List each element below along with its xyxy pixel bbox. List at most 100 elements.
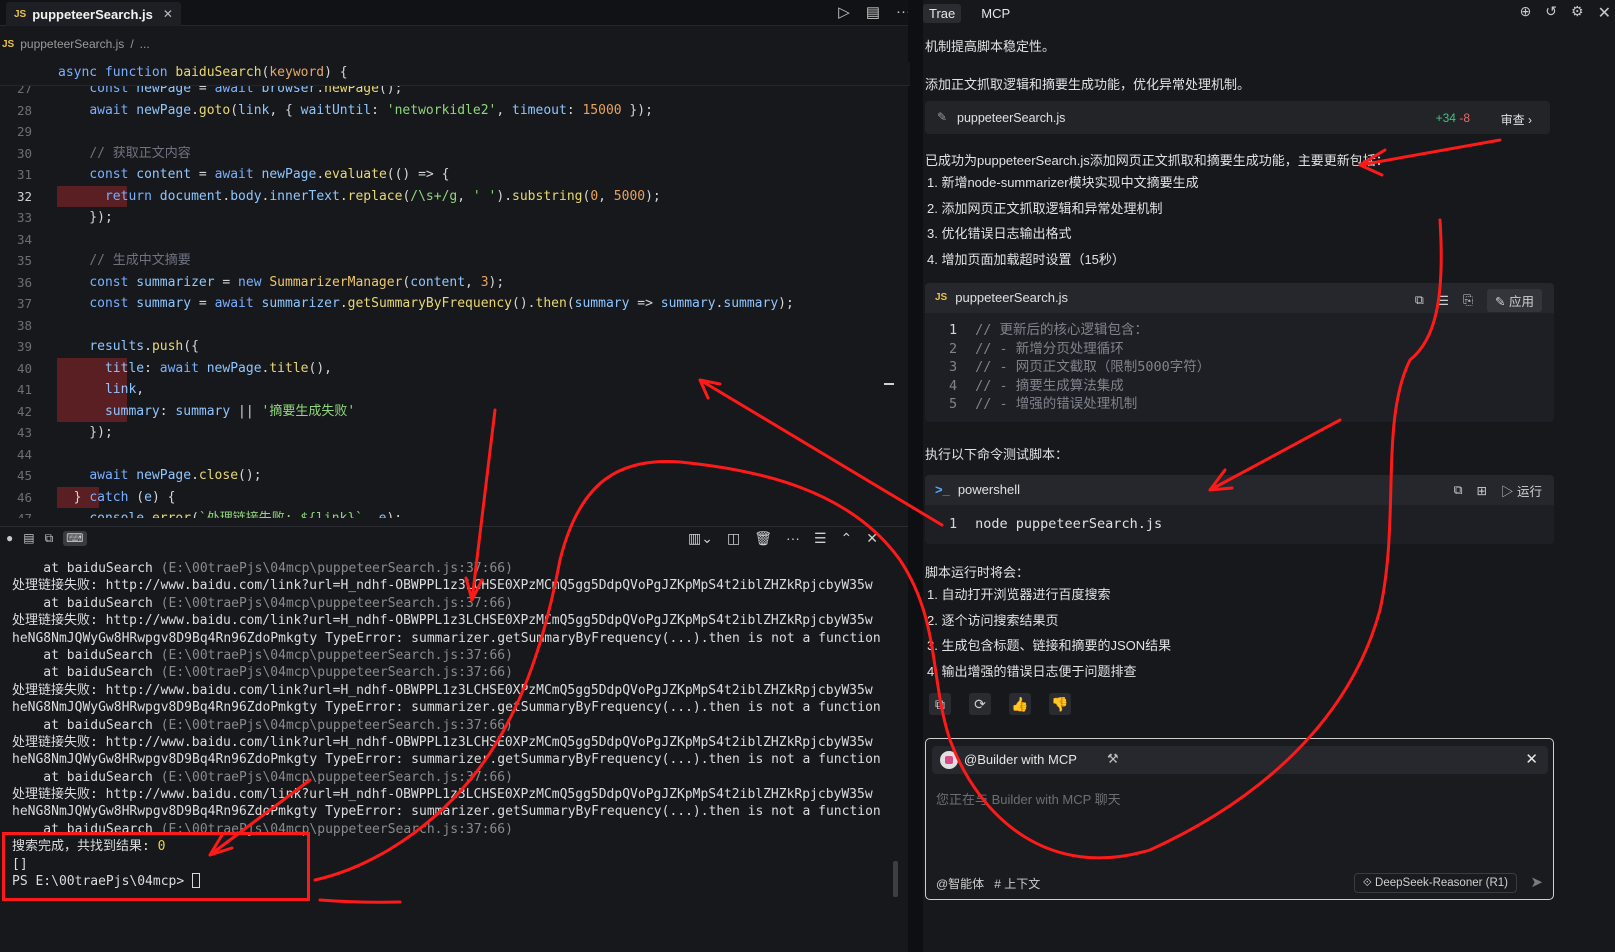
- code-comment: // - 增强的错误处理机制: [967, 396, 1138, 412]
- gear-icon[interactable]: ⚙: [1571, 3, 1584, 23]
- run-icon[interactable]: ▷: [838, 3, 850, 21]
- new-file-icon[interactable]: ⎘: [1463, 293, 1473, 308]
- js-file-icon: JS: [14, 8, 27, 20]
- code-line: 47 console.error(`处理链接失败: ${link}`, e);: [0, 508, 910, 518]
- terminal-line: 处理链接失败: http://www.baidu.com/link?url=H_…: [12, 682, 873, 698]
- context-button[interactable]: # 上下文: [994, 875, 1040, 892]
- list-item: 4. 输出增强的错误日志便于问题排查: [927, 663, 1137, 679]
- close-icon[interactable]: ✕: [866, 530, 878, 547]
- model-selector[interactable]: ⟐ DeepSeek-Reasoner (R1): [1353, 873, 1517, 893]
- more-icon[interactable]: ···: [786, 530, 800, 547]
- list-item: 3. 生成包含标题、链接和摘要的JSON结果: [927, 638, 1172, 653]
- tab-mcp[interactable]: MCP: [975, 4, 1016, 23]
- copy-icon[interactable]: ⧉: [1415, 293, 1424, 308]
- code-line: 45 await newPage.close();: [0, 465, 910, 487]
- code-comment: // 更新后的核心逻辑包含：: [967, 322, 1149, 338]
- chat-input-placeholder[interactable]: 您正在与 Builder with MCP 聊天: [936, 789, 1121, 808]
- code-text: });: [58, 425, 113, 440]
- line-number: 46: [16, 489, 32, 505]
- apply-label: 应用: [1508, 295, 1534, 309]
- line-number: 33: [16, 210, 32, 225]
- insert-terminal-icon[interactable]: ⊞: [1477, 483, 1487, 498]
- line-number: 43: [16, 425, 32, 440]
- insert-icon[interactable]: ☰: [1438, 293, 1449, 308]
- problems-icon[interactable]: ●: [6, 531, 13, 546]
- code-line: 3 // - 网页正文截取（限制5000字符）: [949, 358, 1554, 377]
- close-icon[interactable]: ✕: [1525, 750, 1538, 768]
- copy-icon[interactable]: ⧉: [929, 693, 951, 715]
- thumbs-up-icon[interactable]: 👍: [1009, 693, 1031, 715]
- code-line: 4 // - 摘要生成算法集成: [949, 377, 1554, 396]
- breadcrumb: JS puppeteerSearch.js / ...: [0, 34, 150, 54]
- code-text: // 生成中文摘要: [89, 253, 191, 268]
- terminal-icon[interactable]: ⌨: [63, 531, 87, 546]
- editor-scroll-marker: [884, 383, 894, 385]
- line-number: 44: [16, 446, 32, 462]
- changed-file-chip[interactable]: ✎ puppeteerSearch.js +34 -8 审查 ›: [925, 101, 1550, 134]
- copy-icon[interactable]: ⧉: [1454, 483, 1463, 498]
- code-line: 41 link,: [0, 379, 910, 401]
- tab-trae[interactable]: Trae: [923, 3, 962, 23]
- code-editor[interactable]: 27 const newPage = await browser.newPage…: [0, 78, 910, 518]
- terminal-scrollbar[interactable]: [893, 861, 898, 897]
- code-text: return document.body.innerText.replace(/…: [104, 188, 661, 204]
- thumbs-down-icon[interactable]: 👎: [1049, 693, 1071, 715]
- line-number: 47: [0, 508, 32, 518]
- send-icon[interactable]: ➤: [1530, 873, 1543, 891]
- new-chat-icon[interactable]: ⊕: [1520, 3, 1532, 23]
- regenerate-icon[interactable]: ⟳: [969, 693, 991, 715]
- code-line: 44: [0, 444, 910, 466]
- run-button[interactable]: ▷ 运行: [1501, 481, 1542, 500]
- code-line: 29: [0, 121, 910, 143]
- list-item: 2. 逐个访问搜索结果页: [927, 612, 1059, 628]
- split-terminal-icon[interactable]: ◫: [727, 530, 740, 547]
- line-number: 1: [949, 322, 958, 338]
- agent-button[interactable]: @智能体: [936, 875, 984, 892]
- code-text: });: [58, 210, 113, 225]
- close-icon[interactable]: ✕: [163, 7, 173, 21]
- layout-icon[interactable]: ▥⌄: [688, 530, 713, 547]
- debug-icon[interactable]: ⧉: [45, 531, 54, 546]
- agent-chip[interactable]: @Builder with MCP ⚒ ✕: [932, 746, 1548, 774]
- breadcrumb-more[interactable]: ...: [140, 37, 150, 51]
- editor-pane: JS puppeteerSearch.js ✕ ▷ ▤ ··· JS puppe…: [0, 0, 923, 952]
- review-button[interactable]: 审查 ›: [1501, 111, 1532, 128]
- code-block-powershell: >_ powershell ⧉ ⊞ ▷ 运行 1 node puppeteerSe…: [925, 475, 1554, 544]
- code-block-body[interactable]: 1 node puppeteerSearch.js: [925, 505, 1554, 544]
- code-comment: // - 新增分页处理循环: [967, 340, 1124, 357]
- code-line: 34: [0, 229, 910, 251]
- pane-divider[interactable]: [908, 0, 923, 952]
- close-icon[interactable]: ✕: [1598, 3, 1611, 23]
- code-text: console.error(`处理链接失败: ${link}`, e);: [58, 508, 402, 518]
- message-text: 添加正文抓取逻辑和摘要生成功能，优化异常处理机制。: [925, 77, 1251, 92]
- apply-button[interactable]: ✎ 应用: [1487, 289, 1542, 312]
- diff-stats: +34 -8: [1436, 111, 1470, 125]
- sticky-scroll-header[interactable]: async function baiduSearch(keyword) {: [0, 62, 910, 86]
- tools-icon[interactable]: ⚒: [1107, 751, 1119, 767]
- chevron-up-icon[interactable]: ⌃: [841, 530, 853, 547]
- line-number: 31: [16, 167, 32, 182]
- terminal-line: at baiduSearch (E:\00traePjs\04mcp\puppe…: [12, 647, 513, 663]
- settings-sliders-icon[interactable]: ☰: [814, 530, 827, 547]
- sticky-line: async function baiduSearch(keyword) {: [58, 65, 348, 80]
- message-text: 已成功为puppeteerSearch.js添加网页正文抓取和摘要生成功能，主要…: [925, 153, 1389, 168]
- line-number: 39: [16, 339, 32, 354]
- code-line: 32 return document.body.innerText.replac…: [0, 185, 910, 207]
- output-icon[interactable]: ▤: [23, 531, 34, 546]
- code-block-body[interactable]: 1 // 更新后的核心逻辑包含： 2 // - 新增分页处理循环 3 // - 网页…: [925, 313, 1554, 422]
- terminal-line: at baiduSearch (E:\00traePjs\04mcp\puppe…: [12, 665, 513, 681]
- model-icon: ⟐: [1362, 877, 1372, 889]
- tab-puppeteersearch[interactable]: JS puppeteerSearch.js ✕: [6, 2, 181, 26]
- line-number: 35: [16, 253, 32, 268]
- code-comment: // - 摘要生成算法集成: [967, 377, 1124, 394]
- code-line: 39 results.push({: [0, 336, 910, 358]
- chevron-right-icon: ›: [1528, 113, 1532, 127]
- history-icon[interactable]: ↺: [1545, 3, 1557, 23]
- code-line: 31 const content = await newPage.evaluat…: [0, 164, 910, 186]
- terminal-line: at baiduSearch (E:\00traePjs\04mcp\puppe…: [12, 769, 513, 785]
- chat-input-box[interactable]: @Builder with MCP ⚒ ✕ 您正在与 Builder with …: [925, 738, 1554, 900]
- trash-icon[interactable]: 🗑: [754, 530, 772, 547]
- code-text: const summary = await summarizer.getSumm…: [89, 296, 794, 311]
- split-editor-icon[interactable]: ▤: [866, 3, 880, 21]
- breadcrumb-file[interactable]: puppeteerSearch.js: [20, 37, 124, 51]
